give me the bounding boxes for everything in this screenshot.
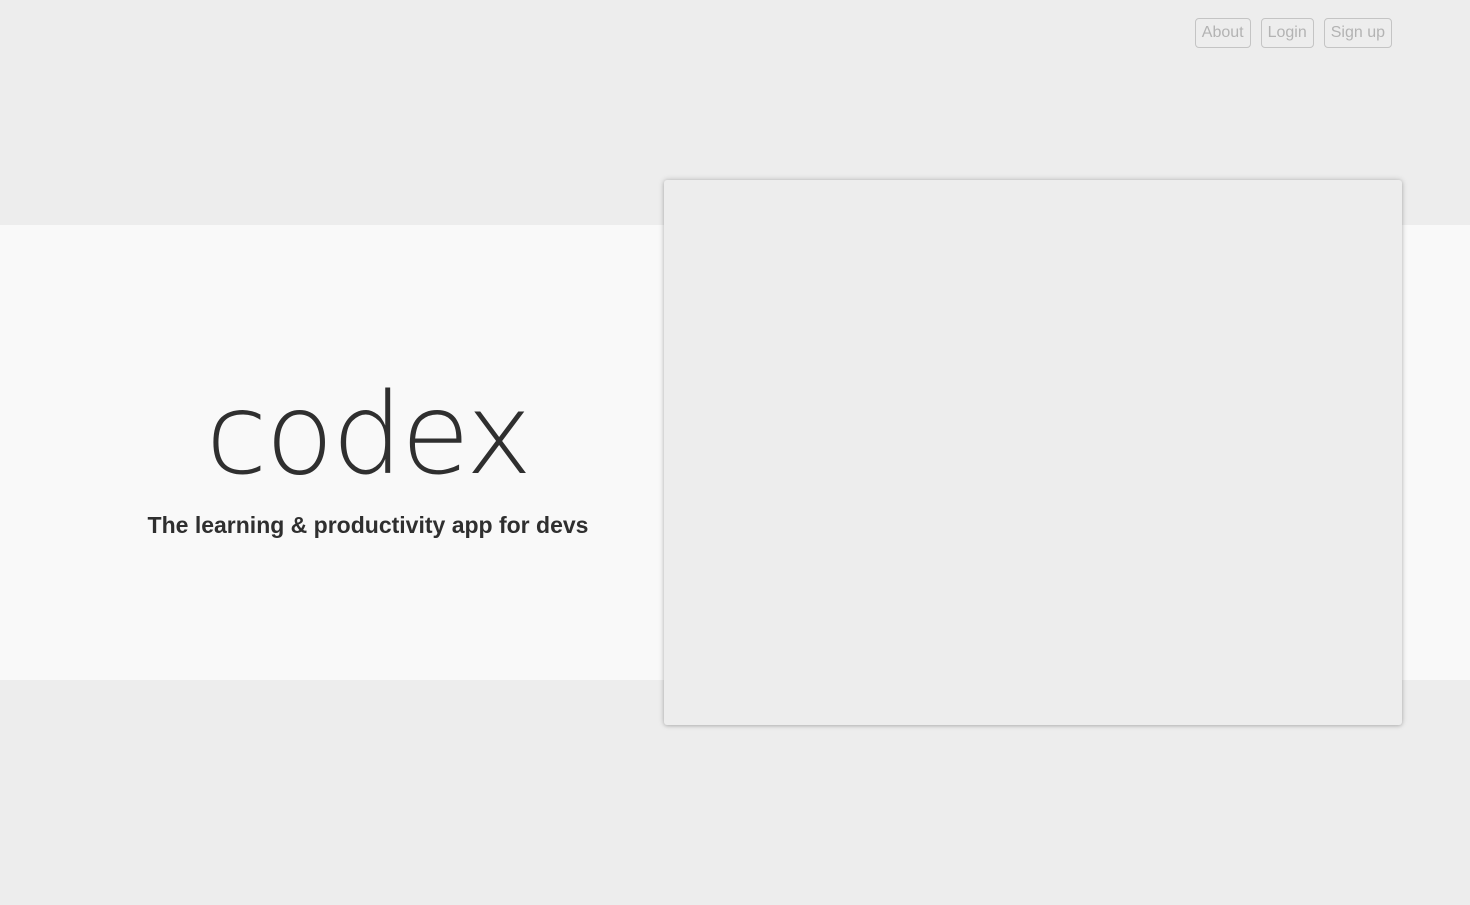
app-tagline: The learning & productivity app for devs xyxy=(147,512,589,538)
landing-page: About Login Sign up codex The learning &… xyxy=(0,0,1470,905)
top-nav: About Login Sign up xyxy=(1194,18,1392,48)
hero-text-block: codex The learning & productivity app fo… xyxy=(110,370,626,540)
login-button[interactable]: Login xyxy=(1260,18,1314,48)
app-logo-wordmark: codex xyxy=(205,370,532,500)
preview-panel xyxy=(664,180,1402,725)
signup-button[interactable]: Sign up xyxy=(1323,18,1392,48)
about-button[interactable]: About xyxy=(1194,18,1251,48)
